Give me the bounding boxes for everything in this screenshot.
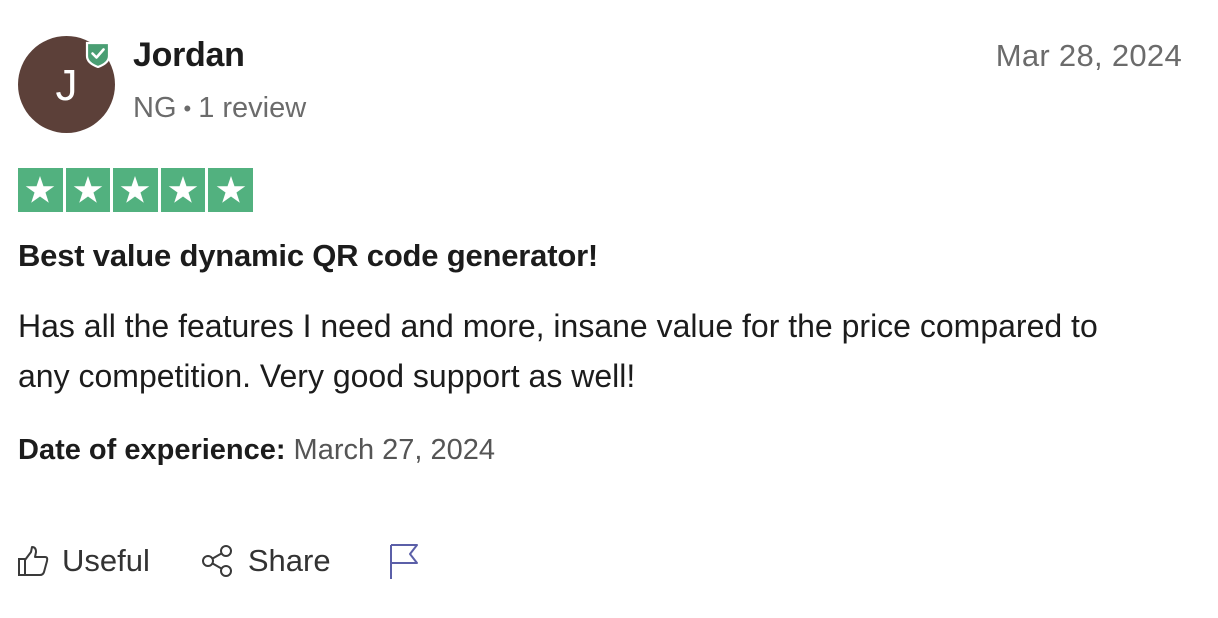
experience-date: March 27, 2024 bbox=[293, 434, 496, 466]
verified-check-icon bbox=[85, 41, 111, 68]
review-body: Has all the features I need and more, in… bbox=[18, 308, 1098, 394]
flag-icon bbox=[389, 544, 418, 579]
useful-label: Useful bbox=[62, 543, 150, 578]
review-actions: Useful Share bbox=[16, 542, 421, 580]
review-card: J Jordan NG • 1 review Mar 28, 2024 Best… bbox=[0, 0, 1218, 618]
star-icon bbox=[113, 168, 158, 212]
thumbs-up-icon bbox=[18, 546, 49, 576]
star-icon bbox=[208, 168, 253, 212]
date-of-experience: Date of experience: March 27, 2024 bbox=[18, 434, 495, 467]
star-icon bbox=[65, 168, 111, 212]
reviewer-name[interactable]: Jordan bbox=[133, 36, 245, 75]
star-icon bbox=[18, 168, 63, 212]
review-date: Mar 28, 2024 bbox=[995, 38, 1182, 73]
experience-label: Date of experience: bbox=[18, 434, 286, 466]
share-button[interactable]: Share bbox=[200, 543, 331, 579]
share-label: Share bbox=[247, 543, 331, 578]
review-title[interactable]: Best value dynamic QR code generator! bbox=[18, 238, 598, 274]
star-icon bbox=[160, 168, 206, 212]
reviewer-meta: NG • 1 review bbox=[133, 92, 306, 125]
meta-separator: • bbox=[183, 95, 192, 121]
report-button[interactable] bbox=[387, 542, 421, 580]
reviewer-country: NG bbox=[133, 92, 177, 124]
useful-button[interactable]: Useful bbox=[16, 543, 150, 579]
avatar-initial: J bbox=[55, 60, 78, 110]
share-icon bbox=[201, 545, 232, 577]
star-rating bbox=[18, 168, 253, 212]
reviewer-review-count: 1 review bbox=[198, 92, 307, 124]
